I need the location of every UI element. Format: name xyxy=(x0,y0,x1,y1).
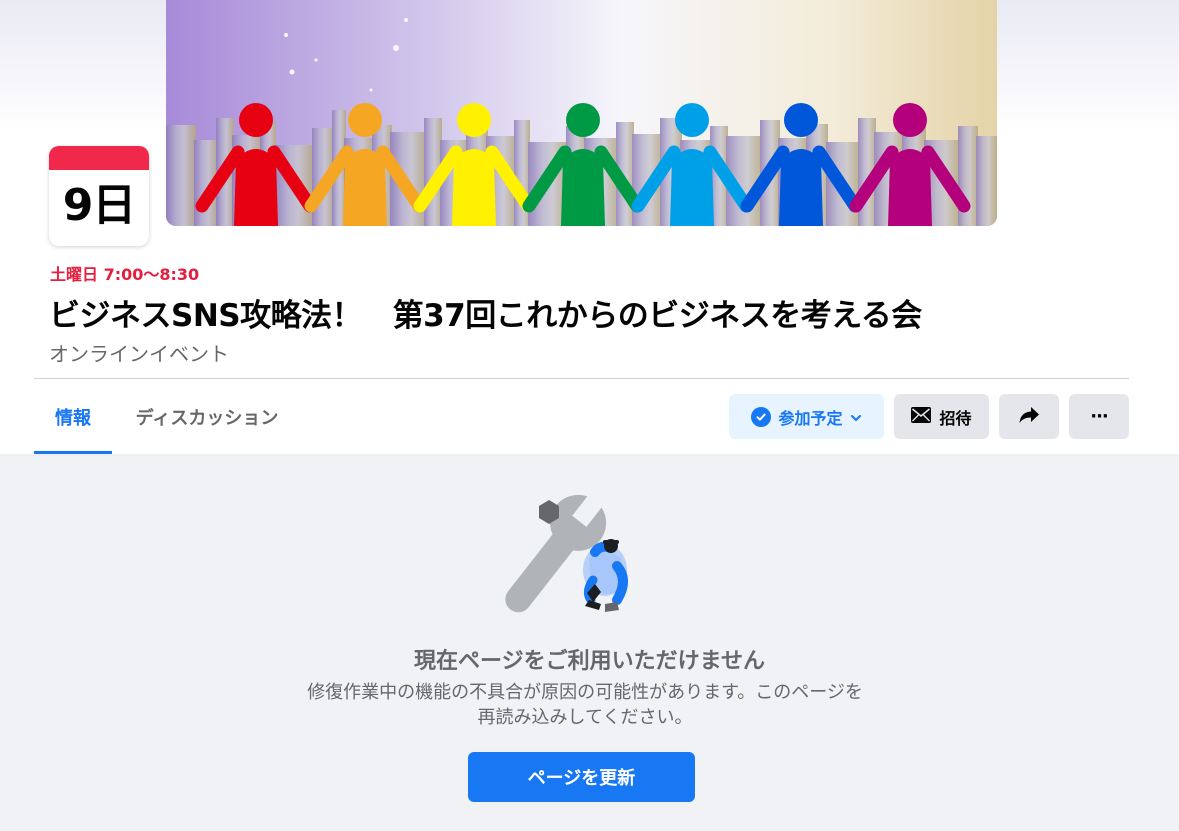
reload-page-button[interactable]: ページを更新 xyxy=(468,752,695,802)
check-circle-icon xyxy=(751,406,772,427)
chevron-down-icon xyxy=(850,407,862,426)
tab-discussion[interactable]: ディスカッション xyxy=(122,379,292,454)
calendar-date-badge: 9日 xyxy=(49,146,149,246)
going-button[interactable]: 参加予定 xyxy=(729,394,884,439)
cover-image xyxy=(166,0,997,226)
event-title: ビジネスSNS攻略法！ 第37回これからのビジネスを考える会 xyxy=(49,298,922,334)
more-options-button[interactable]: ··· xyxy=(1069,394,1129,439)
wrench-worker-illustration xyxy=(505,488,665,623)
ellipsis-icon: ··· xyxy=(1090,406,1108,427)
invite-button[interactable]: 招待 xyxy=(894,394,989,439)
cover-photo[interactable] xyxy=(166,0,997,226)
header-shadow xyxy=(0,454,1179,456)
event-header: 9日 土曜日 7:00〜8:30 ビジネスSNS攻略法！ 第37回これからのビジ… xyxy=(0,0,1179,455)
calendar-date-badge-header xyxy=(49,146,149,170)
event-day: 9日 xyxy=(62,180,137,231)
share-arrow-icon xyxy=(1019,406,1039,428)
going-button-label: 参加予定 xyxy=(778,408,843,428)
envelope-icon xyxy=(911,406,932,427)
invite-button-label: 招待 xyxy=(939,408,972,428)
tab-info[interactable]: 情報 xyxy=(34,379,112,454)
event-time: 土曜日 7:00〜8:30 xyxy=(50,265,200,284)
error-message: 修復作業中の機能の不具合が原因の可能性があります。このページを再読み込みしてくだ… xyxy=(307,682,863,728)
share-button[interactable] xyxy=(999,394,1059,439)
error-title: 現在ページをご利用いただけません xyxy=(414,649,765,674)
event-location[interactable]: オンラインイベント xyxy=(49,338,229,367)
